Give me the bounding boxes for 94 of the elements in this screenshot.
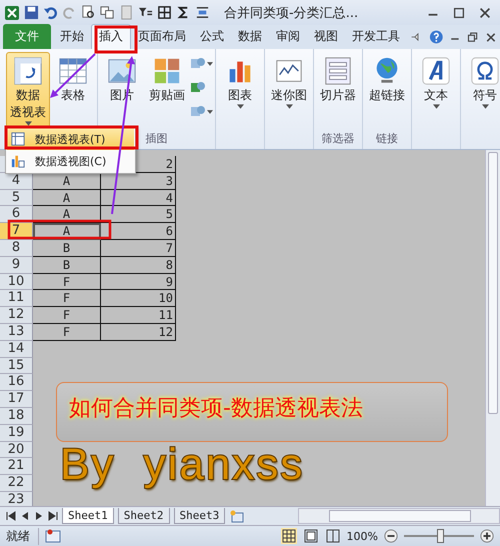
row-header[interactable]: 9 <box>0 256 33 274</box>
byline-text: By yianxss <box>60 440 304 490</box>
row-header[interactable]: 8 <box>0 240 33 257</box>
align-icon[interactable] <box>195 5 210 20</box>
zoom-level[interactable]: 100% <box>346 530 378 542</box>
zoom-in-icon[interactable] <box>480 529 494 543</box>
slicer-icon <box>323 56 353 86</box>
table-cell: F <box>33 324 101 341</box>
row-header[interactable]: 12 <box>0 307 33 324</box>
row-header[interactable]: 18 <box>0 408 33 425</box>
title-banner: 如何合并同类项-数据透视表法 <box>56 382 448 442</box>
group-label: 筛选器 <box>322 132 354 145</box>
pivot-table-icon <box>13 56 43 86</box>
sheet-tab[interactable]: Sheet1 <box>62 508 114 524</box>
ribbon-button[interactable]: 文本 <box>414 52 458 131</box>
row-header[interactable]: 5 <box>0 190 33 206</box>
ribbon-button[interactable]: 符号 <box>463 52 500 131</box>
sheet-tab[interactable]: Sheet3 <box>174 508 226 524</box>
table-cell: 6 <box>101 223 176 240</box>
close-icon[interactable] <box>478 6 492 20</box>
ribbon-tab[interactable]: 审阅 <box>269 25 307 49</box>
table-cell: 11 <box>101 307 176 324</box>
row-header[interactable]: 21 <box>0 458 33 476</box>
excel-logo-icon <box>4 4 20 20</box>
ribbon-tab[interactable]: 数据 <box>231 25 269 49</box>
layout-icon[interactable] <box>100 5 115 20</box>
table-cell: B <box>33 256 101 274</box>
clip-art-icon <box>152 56 182 86</box>
omega-icon <box>470 56 500 86</box>
close-icon[interactable] <box>485 30 498 44</box>
slider-thumb[interactable] <box>437 529 444 543</box>
maximize-icon[interactable] <box>452 6 466 20</box>
normal-view-icon[interactable] <box>280 528 297 544</box>
table-cell: B <box>33 240 101 257</box>
borders-icon[interactable] <box>157 5 172 20</box>
table-cell: 9 <box>101 274 176 290</box>
table-cell: A <box>33 206 101 224</box>
table-cell: 8 <box>101 256 176 274</box>
row-header[interactable]: 17 <box>0 391 33 408</box>
ribbon-button[interactable]: 超链接 <box>365 52 409 131</box>
page-layout-icon[interactable] <box>302 528 319 544</box>
ribbon-tab[interactable]: 开发工具 <box>345 25 407 49</box>
vertical-scrollbar[interactable] <box>485 150 500 506</box>
ribbon-button[interactable]: 剪贴画 <box>145 52 189 131</box>
ribbon-tab[interactable]: 视图 <box>307 25 345 49</box>
row-header[interactable]: 19 <box>0 424 33 442</box>
group-label: 插图 <box>146 132 168 145</box>
first-sheet-icon[interactable] <box>6 511 16 521</box>
new-sheet-icon[interactable] <box>229 509 246 523</box>
text-icon <box>421 56 451 86</box>
table-icon <box>58 56 88 86</box>
horizontal-scrollbar[interactable] <box>298 508 500 524</box>
ribbon-tab[interactable]: 页面布局 <box>131 25 193 49</box>
table-cell: 7 <box>101 240 176 257</box>
ribbon-tab[interactable]: 公式 <box>193 25 231 49</box>
row-header[interactable]: 10 <box>0 274 33 290</box>
row-header[interactable]: 13 <box>0 324 33 341</box>
zoom-out-icon[interactable] <box>384 529 398 543</box>
row-header[interactable]: 16 <box>0 374 33 392</box>
page-break-icon[interactable] <box>324 528 341 544</box>
table-cell: F <box>33 274 101 290</box>
ribbon-button[interactable]: 迷你图 <box>267 52 311 131</box>
table-cell: 12 <box>101 324 176 341</box>
table-cell: 10 <box>101 290 176 308</box>
status-text: 就绪 <box>6 528 39 544</box>
table-cell: A <box>33 223 101 240</box>
macro-record-icon[interactable] <box>45 529 61 543</box>
previous-sheet-icon[interactable] <box>20 511 30 521</box>
last-sheet-icon[interactable] <box>48 511 58 521</box>
save-icon[interactable] <box>24 5 39 20</box>
undo-icon[interactable] <box>43 5 58 20</box>
row-header[interactable]: 11 <box>0 290 33 308</box>
ribbon-button[interactable]: 切片器 <box>316 52 360 131</box>
highlight-frame <box>94 26 138 54</box>
pivot-table-icon <box>11 132 25 146</box>
row-header[interactable]: 15 <box>0 358 33 374</box>
next-sheet-icon[interactable] <box>34 511 44 521</box>
table-cell: F <box>33 307 101 324</box>
table-cell: F <box>33 290 101 308</box>
row-header[interactable]: 22 <box>0 475 33 492</box>
sheet-tab[interactable]: Sheet2 <box>118 508 170 524</box>
file-tab[interactable]: 文件 <box>3 24 51 49</box>
row-header[interactable]: 23 <box>0 492 33 506</box>
restore-icon[interactable] <box>467 30 480 44</box>
pivot-chart-icon <box>11 154 25 168</box>
ribbon-tab[interactable]: 开始 <box>53 25 91 49</box>
ribbon-button[interactable]: 图表 <box>218 52 262 131</box>
row-header[interactable]: 14 <box>0 340 33 358</box>
print-preview-icon[interactable] <box>81 5 96 20</box>
help-icon[interactable] <box>428 29 444 45</box>
table-cell: A <box>33 190 101 206</box>
group-label: 链接 <box>376 132 398 145</box>
row-header[interactable]: 20 <box>0 442 33 458</box>
window-title: 合并同类项-分类汇总... <box>224 4 360 22</box>
